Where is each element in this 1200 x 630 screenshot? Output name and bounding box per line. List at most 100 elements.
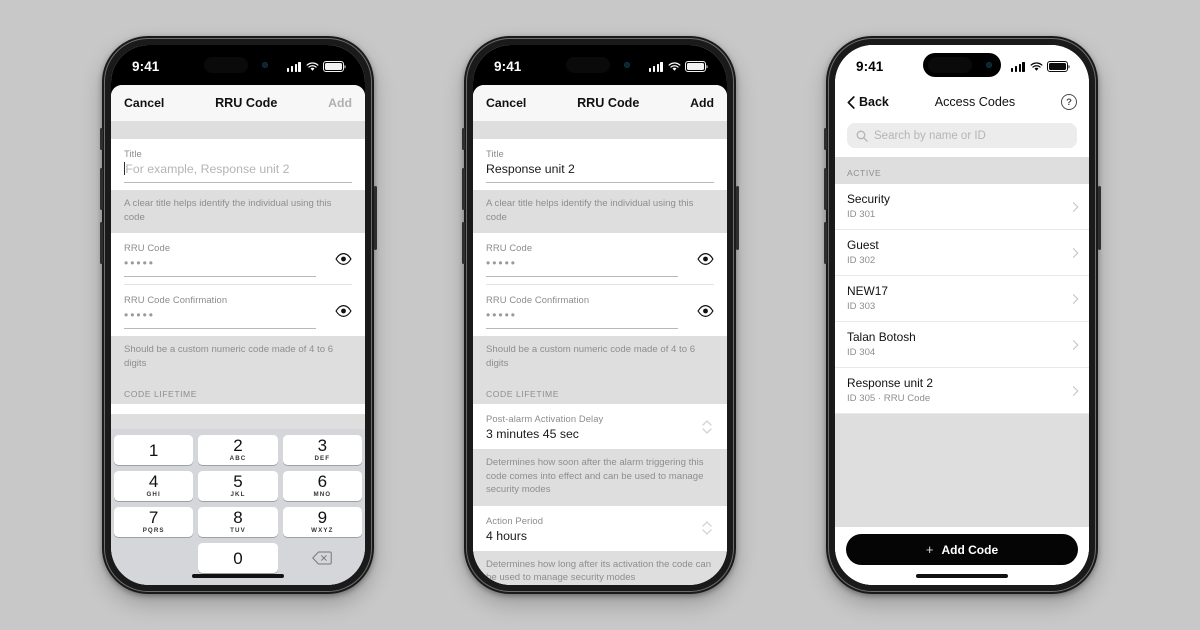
cellular-signal-icon xyxy=(286,62,301,72)
volume-up-button[interactable] xyxy=(461,168,465,210)
key-5-letters: JKL xyxy=(230,491,246,499)
key-4[interactable]: 4 GHI xyxy=(114,471,194,501)
list-item[interactable]: Security ID 301 xyxy=(835,184,1089,230)
cancel-button[interactable]: Cancel xyxy=(124,96,164,110)
key-9[interactable]: 9 WXYZ xyxy=(282,507,362,537)
title-field-label: Title xyxy=(486,148,504,159)
key-0[interactable]: 0 xyxy=(198,543,278,573)
power-button[interactable] xyxy=(735,186,739,250)
list-empty-area xyxy=(835,414,1089,527)
key-8-num: 8 xyxy=(233,508,243,528)
volume-down-button[interactable] xyxy=(823,222,827,264)
chevron-right-icon xyxy=(1068,385,1079,396)
home-indicator xyxy=(192,574,284,578)
rru-code-confirmation-label: RRU Code Confirmation xyxy=(486,294,590,305)
add-button[interactable]: Add xyxy=(690,96,714,110)
code-lifetime-section-header: CODE LIFETIME xyxy=(111,379,365,404)
help-icon[interactable]: ? xyxy=(1060,94,1077,110)
status-bar: 9:41 xyxy=(835,45,1089,85)
lifetime-card-partial xyxy=(111,404,365,414)
rru-code-confirmation-field[interactable]: RRU Code Confirmation ••••• xyxy=(124,284,352,336)
show-password-confirm-icon[interactable] xyxy=(335,302,352,319)
rru-code-confirmation-label: RRU Code Confirmation xyxy=(124,294,228,305)
show-password-confirm-icon[interactable] xyxy=(697,302,714,319)
key-6[interactable]: 6 MNO xyxy=(282,471,362,501)
title-helper-text: A clear title helps identify the individ… xyxy=(473,190,727,233)
code-lifetime-section-header: CODE LIFETIME xyxy=(473,379,727,404)
key-8[interactable]: 8 TUV xyxy=(198,507,278,537)
key-3[interactable]: 3 DEF xyxy=(282,435,362,465)
volume-down-button[interactable] xyxy=(461,222,465,264)
search-placeholder: Search by name or ID xyxy=(874,129,986,142)
chevron-up-down-icon[interactable] xyxy=(700,519,714,537)
title-field[interactable]: Title Response unit 2 xyxy=(486,139,714,190)
back-label: Back xyxy=(859,95,889,109)
power-button[interactable] xyxy=(1097,186,1101,250)
search-input[interactable]: Search by name or ID xyxy=(847,123,1077,148)
numeric-keyboard[interactable]: 1 2 ABC 3 DEF 4 GHI 5 JKL 6 MNO 7 PQRS 8 TUV xyxy=(111,429,365,585)
action-period-field[interactable]: Action Period 4 hours xyxy=(486,506,714,551)
volume-up-button[interactable] xyxy=(823,168,827,210)
chevron-right-icon xyxy=(1068,339,1079,350)
chevron-up-down-icon[interactable] xyxy=(700,418,714,436)
post-alarm-activation-delay-field[interactable]: Post-alarm Activation Delay 3 minutes 45… xyxy=(486,404,714,449)
show-password-icon[interactable] xyxy=(697,250,714,267)
key-2-num: 2 xyxy=(233,436,243,456)
search-container: Search by name or ID xyxy=(835,119,1089,157)
key-2-letters: ABC xyxy=(229,455,247,463)
sheet-navbar: Cancel RRU Code Add xyxy=(473,85,727,121)
rru-code-field[interactable]: RRU Code ••••• xyxy=(486,233,714,284)
rru-code-field[interactable]: RRU Code ••••• xyxy=(124,233,352,284)
backspace-key[interactable] xyxy=(283,543,362,573)
silent-switch[interactable] xyxy=(99,128,103,150)
volume-up-button[interactable] xyxy=(99,168,103,210)
key-4-num: 4 xyxy=(148,472,159,492)
list-item[interactable]: NEW17 ID 303 xyxy=(835,276,1089,322)
key-2[interactable]: 2 ABC xyxy=(198,435,278,465)
code-card: RRU Code ••••• RRU Code Confirmation •••… xyxy=(111,233,365,336)
spacer xyxy=(111,121,365,139)
status-bar: 9:41 xyxy=(111,45,365,85)
cancel-button[interactable]: Cancel xyxy=(486,96,526,110)
silent-switch[interactable] xyxy=(823,128,827,150)
list-item[interactable]: Guest ID 302 xyxy=(835,230,1089,276)
key-6-letters: MNO xyxy=(313,491,332,499)
title-field[interactable]: Title For example, Response unit 2 xyxy=(124,139,352,190)
key-4-letters: GHI xyxy=(146,491,161,499)
action-period-card: Action Period 4 hours xyxy=(473,505,727,551)
power-button[interactable] xyxy=(373,186,377,250)
list-item[interactable]: Talan Botosh ID 304 xyxy=(835,322,1089,368)
page-title: Access Codes xyxy=(934,95,1016,109)
volume-down-button[interactable] xyxy=(99,222,103,264)
battery-icon xyxy=(685,61,706,72)
access-codes-list: Security ID 301 Guest ID 302 NEW17 ID 30… xyxy=(835,184,1089,414)
rru-code-confirmation-field[interactable]: RRU Code Confirmation ••••• xyxy=(486,284,714,336)
status-time: 9:41 xyxy=(856,59,884,74)
add-button[interactable]: Add xyxy=(328,96,352,110)
key-5-num: 5 xyxy=(233,472,243,492)
add-code-button[interactable]: + Add Code xyxy=(846,534,1078,565)
back-button[interactable]: Back xyxy=(847,95,889,109)
phone-access-codes-list: 9:41 Back Access Codes ? Search by name … xyxy=(823,36,1101,594)
key-1[interactable]: 1 xyxy=(114,435,194,465)
key-9-letters: WXYZ xyxy=(311,527,334,535)
list-item-title: NEW17 xyxy=(847,284,888,298)
form-scroll: Title Response unit 2 A clear title help… xyxy=(473,121,727,585)
access-codes-screen: Back Access Codes ? Search by name or ID… xyxy=(835,85,1089,585)
key-7[interactable]: 7 PQRS xyxy=(114,507,194,537)
phone-create-code-filled: 9:41 Cancel RRU Code Add Title Response … xyxy=(461,36,739,594)
list-item-title: Response unit 2 xyxy=(847,376,933,390)
key-5[interactable]: 5 JKL xyxy=(198,471,278,501)
list-item[interactable]: Response unit 2 ID 305 · RRU Code xyxy=(835,368,1089,414)
form-scroll: Title For example, Response unit 2 A cle… xyxy=(111,121,365,429)
title-field-label: Title xyxy=(124,148,142,159)
dynamic-island xyxy=(199,53,277,77)
dynamic-island xyxy=(923,53,1001,77)
show-password-icon[interactable] xyxy=(335,250,352,267)
wifi-icon xyxy=(1030,61,1042,71)
navigation-bar: Back Access Codes ? xyxy=(835,85,1089,119)
silent-switch[interactable] xyxy=(461,128,465,150)
screenshot-stage: 9:41 Cancel RRU Code Add Title For examp… xyxy=(0,0,1200,630)
keyboard-row: 1 2 ABC 3 DEF xyxy=(114,435,362,465)
modal-backdrop: Cancel RRU Code Add Title Response unit … xyxy=(473,85,727,585)
